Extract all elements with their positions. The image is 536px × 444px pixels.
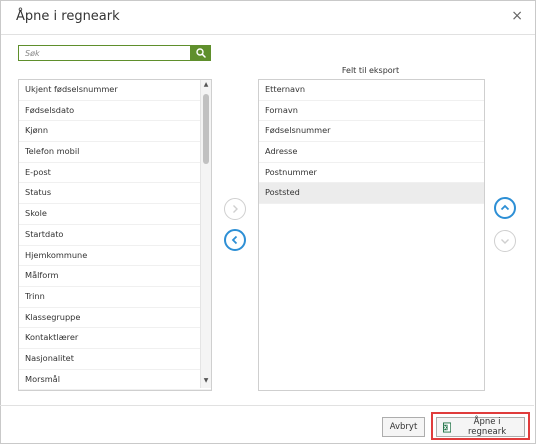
list-item[interactable]: Fødselsnummer — [259, 121, 484, 143]
list-item[interactable]: Status — [19, 183, 211, 205]
list-item[interactable]: Ukjent fødselsnummer — [19, 80, 211, 101]
list-item[interactable]: Postnummer — [259, 163, 484, 184]
list-item[interactable]: Hjemkommune — [19, 246, 211, 267]
close-icon[interactable]: × — [511, 8, 523, 24]
chevron-left-icon — [231, 235, 238, 245]
chevron-up-icon — [500, 204, 510, 211]
dialog-titlebar: Åpne i regneark × — [1, 1, 535, 35]
list-item[interactable]: Merknad — [19, 390, 211, 391]
open-spreadsheet-button[interactable]: Åpne i regneark — [436, 417, 525, 437]
move-down-button[interactable] — [494, 230, 516, 252]
move-left-button[interactable] — [224, 229, 246, 251]
list-item[interactable]: Fornavn — [259, 101, 484, 122]
chevron-right-icon — [233, 205, 238, 213]
search-button[interactable] — [190, 45, 211, 61]
list-item[interactable]: Klassegruppe — [19, 308, 211, 329]
move-up-button[interactable] — [494, 197, 516, 219]
list-item[interactable]: Målform — [19, 266, 211, 287]
cancel-button-label: Avbryt — [389, 422, 418, 432]
search-input[interactable] — [19, 46, 189, 60]
list-item[interactable]: Kontaktlærer — [19, 328, 211, 349]
list-item[interactable]: Morsmål — [19, 370, 211, 390]
list-item[interactable]: Poststed — [259, 183, 484, 205]
list-item[interactable]: E-post — [19, 163, 211, 184]
scroll-up-arrow[interactable]: ▲ — [201, 80, 211, 90]
list-item[interactable]: Adresse — [259, 142, 484, 163]
list-item[interactable]: Fødselsdato — [19, 101, 211, 122]
move-right-button[interactable] — [224, 198, 246, 220]
list-item[interactable]: Telefon mobil — [19, 142, 211, 163]
dialog-title: Åpne i regneark — [16, 9, 120, 24]
list-item[interactable]: Kjønn — [19, 121, 211, 143]
available-fields-list: Ukjent fødselsnummer Fødselsdato Kjønn Tele… — [18, 79, 212, 391]
list-item[interactable]: Startdato — [19, 225, 211, 246]
export-fields-list: Etternavn Fornavn Fødselsnummer Adresse Post… — [258, 79, 485, 391]
excel-icon — [443, 421, 452, 433]
list-item[interactable]: Nasjonalitet — [19, 349, 211, 370]
scroll-thumb[interactable] — [203, 94, 209, 164]
list-item[interactable]: Etternavn — [259, 80, 484, 101]
cancel-button[interactable]: Avbryt — [382, 417, 425, 437]
search-icon — [195, 48, 206, 58]
available-fields-scrollbar[interactable]: ▲ ▼ — [200, 80, 211, 388]
chevron-down-icon — [501, 239, 509, 244]
scroll-down-arrow[interactable]: ▼ — [201, 376, 211, 386]
list-item[interactable]: Trinn — [19, 287, 211, 308]
search-field — [18, 45, 192, 61]
list-item[interactable]: Skole — [19, 204, 211, 225]
export-fields-label: Felt til eksport — [341, 66, 400, 75]
open-spreadsheet-label: Åpne i regneark — [468, 417, 507, 437]
